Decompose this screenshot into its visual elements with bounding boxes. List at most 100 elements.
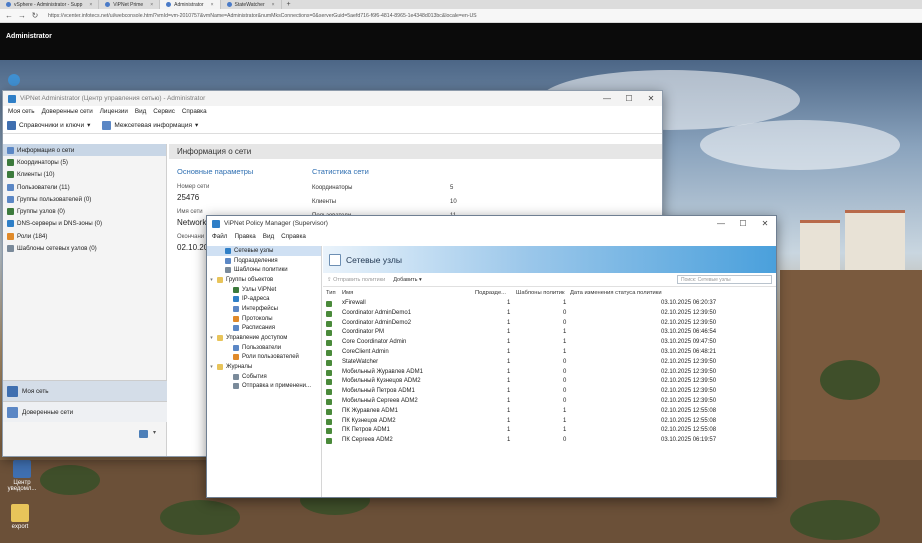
tree-item[interactable]: Узлы ViPNet	[207, 285, 321, 295]
table-row[interactable]: ПК Кузнецов ADM2 1 1 02.10.2025 12:55:08	[323, 417, 776, 427]
admin-menu-item[interactable]: Моя сеть	[8, 108, 35, 115]
expand-icon[interactable]: ▾	[209, 364, 214, 370]
pm-titlebar[interactable]: ViPNet Policy Manager (Supervisor) — ☐ ✕	[207, 216, 776, 231]
tab-close-icon[interactable]: ×	[272, 2, 275, 8]
sidebar-item[interactable]: Группы узлов (0)	[3, 205, 166, 217]
table-row[interactable]: ПК Сергеев ADM2 1 0 03.10.2025 06:19:57	[323, 436, 776, 446]
table-row[interactable]: Coordinator AdminDemo2 1 0 02.10.2025 12:39…	[323, 319, 776, 329]
desktop-icon-notifications[interactable]: Центр уведомл...	[2, 460, 42, 492]
table-row[interactable]: CoreClient Admin 1 1 03.10.2025 06:48:21	[323, 348, 776, 358]
table-row[interactable]: Мобильный Петров ADM1 1 0 02.10.2025 12:39:…	[323, 387, 776, 397]
column-header-templates[interactable]: Шаблоны политик	[516, 290, 565, 296]
reload-icon[interactable]: ↻	[31, 11, 39, 20]
directories-keys-button[interactable]: Справочники и ключи ▾	[7, 120, 91, 130]
browser-tab[interactable]: ViPNet Prime ×	[99, 0, 161, 9]
expand-icon[interactable]: ▾	[209, 335, 214, 341]
expand-icon[interactable]: ▾	[209, 277, 214, 283]
column-header-name[interactable]: Имя	[342, 290, 353, 296]
tree-item[interactable]: ▾ Управление доступом	[207, 333, 321, 343]
tree-item[interactable]: Отправка и применени...	[207, 382, 321, 392]
admin-menu-item[interactable]: Сервис	[153, 108, 175, 115]
send-policies-label: Отправить политики	[333, 276, 386, 283]
chevron-down-icon: ▾	[87, 122, 91, 129]
column-header-date[interactable]: Дата изменения статуса политики	[570, 290, 662, 296]
admin-menu-item[interactable]: Доверенные сети	[42, 108, 93, 115]
back-icon[interactable]: ←	[5, 11, 13, 20]
tree-item[interactable]: Роли пользователей	[207, 353, 321, 363]
table-row[interactable]: xFirewall 1 1 03.10.2025 06:20:37	[323, 299, 776, 309]
tree-item[interactable]: События	[207, 372, 321, 382]
forward-icon[interactable]: →	[18, 11, 26, 20]
column-header-type[interactable]: Тип	[326, 290, 336, 296]
tab-close-icon[interactable]: ×	[211, 2, 214, 8]
tree-item[interactable]: ▾ Группы объектов	[207, 275, 321, 285]
pm-menu-item[interactable]: Справка	[281, 233, 306, 240]
tree-item[interactable]: Интерфейсы	[207, 304, 321, 314]
recycle-icon[interactable]	[8, 74, 20, 86]
admin-titlebar[interactable]: ViPNet Administrator (Центр управления с…	[3, 91, 662, 106]
sidebar-item[interactable]: Координаторы (5)	[3, 156, 166, 168]
tab-close-icon[interactable]: ×	[89, 2, 92, 8]
table-row[interactable]: Coordinator PM 1 1 03.10.2025 06:46:54	[323, 328, 776, 338]
minimize-icon[interactable]: —	[710, 219, 732, 228]
internetwork-info-button[interactable]: Межсетевая информация ▾	[102, 120, 198, 130]
desktop-icon-label: Центр уведомл...	[7, 480, 37, 492]
sidebar-item[interactable]: DNS-серверы и DNS-зоны (0)	[3, 218, 166, 230]
tree-item-icon	[217, 364, 223, 371]
nodes-search-input[interactable]: Поиск: Сетевые узлы	[677, 275, 772, 284]
table-row[interactable]: Мобильный Журавлев ADM1 1 0 02.10.2025 12:3…	[323, 368, 776, 378]
nav-my-network[interactable]: Моя сеть	[3, 380, 167, 401]
url-text[interactable]: https://vcenter.infotecs.net/ui/webconso…	[48, 13, 477, 19]
browser-tab[interactable]: StateWatcher ×	[221, 0, 282, 9]
bush	[40, 465, 100, 495]
browser-tab[interactable]: Administrator ×	[160, 0, 221, 9]
node-date-cell: 03.10.2025 06:20:37	[661, 300, 717, 306]
tree-item[interactable]: ▾ Журналы	[207, 362, 321, 372]
sidebar-item[interactable]: Роли (184)	[3, 230, 166, 242]
table-row[interactable]: Coordinator AdminDemo1 1 0 02.10.2025 12:39…	[323, 309, 776, 319]
node-type-icon	[326, 389, 332, 396]
tree-item[interactable]: Сетевые узлы	[207, 246, 321, 256]
close-icon[interactable]: ✕	[754, 219, 776, 228]
tree-item[interactable]: Расписания	[207, 324, 321, 334]
tree-item[interactable]: Пользователи	[207, 343, 321, 353]
nav-trusted-networks[interactable]: Доверенные сети	[3, 401, 167, 422]
new-tab-button[interactable]: +	[282, 1, 296, 8]
sidebar-item[interactable]: Группы пользователей (0)	[3, 193, 166, 205]
column-header-dept[interactable]: Подразде...	[475, 290, 506, 296]
add-button[interactable]: Добавить ▾	[393, 277, 422, 283]
tree-item[interactable]: Подразделения	[207, 256, 321, 266]
maximize-icon[interactable]: ☐	[732, 219, 754, 228]
admin-menu-item[interactable]: Вид	[135, 108, 146, 115]
tree-item[interactable]: Шаблоны политики	[207, 265, 321, 275]
tab-close-icon[interactable]: ×	[150, 2, 153, 8]
table-row[interactable]: ПК Журавлев ADM1 1 1 02.10.2025 12:55:08	[323, 407, 776, 417]
tree-item[interactable]: Протоколы	[207, 314, 321, 324]
table-row[interactable]: Мобильный Кузнецов ADM2 1 0 02.10.2025 12:3…	[323, 377, 776, 387]
maximize-icon[interactable]: ☐	[618, 94, 640, 103]
pm-menu-item[interactable]: Правка	[234, 233, 255, 240]
send-policies-button[interactable]: ⇪ Отправить политики	[327, 277, 385, 283]
app-icon	[212, 219, 220, 228]
table-row[interactable]: Мобильный Сергеев ADM2 1 0 02.10.2025 12:39…	[323, 397, 776, 407]
minimize-icon[interactable]: —	[596, 94, 618, 103]
node-type-icon	[326, 301, 332, 307]
browser-tab[interactable]: vSphere - Administrator - Supp ×	[0, 0, 100, 9]
sidebar-item[interactable]: Шаблоны сетевых узлов (0)	[3, 242, 166, 254]
sidebar-item[interactable]: Информация о сети	[3, 144, 166, 157]
tree-item[interactable]: IP-адреса	[207, 294, 321, 304]
desktop-icon-export[interactable]: export	[0, 504, 40, 530]
pm-menu-item[interactable]: Вид	[263, 233, 274, 240]
table-row[interactable]: Core Coordinator Admin 1 1 03.10.2025 09:47…	[323, 338, 776, 348]
chevron-down-icon[interactable]: ▾	[153, 429, 156, 436]
table-row[interactable]: StateWatcher 1 0 02.10.2025 12:39:50	[323, 358, 776, 368]
sidebar-item[interactable]: Клиенты (10)	[3, 169, 166, 181]
network-number-label: Номер сети	[177, 184, 210, 190]
pm-menu-item[interactable]: Файл	[212, 233, 227, 240]
admin-menu-item[interactable]: Лицензии	[100, 108, 128, 115]
settings-icon[interactable]	[139, 430, 148, 438]
table-row[interactable]: ПК Петров ADM1 1 1 02.10.2025 12:55:08	[323, 426, 776, 436]
admin-menu-item[interactable]: Справка	[182, 108, 207, 115]
sidebar-item[interactable]: Пользователи (11)	[3, 181, 166, 193]
close-icon[interactable]: ✕	[640, 94, 662, 103]
